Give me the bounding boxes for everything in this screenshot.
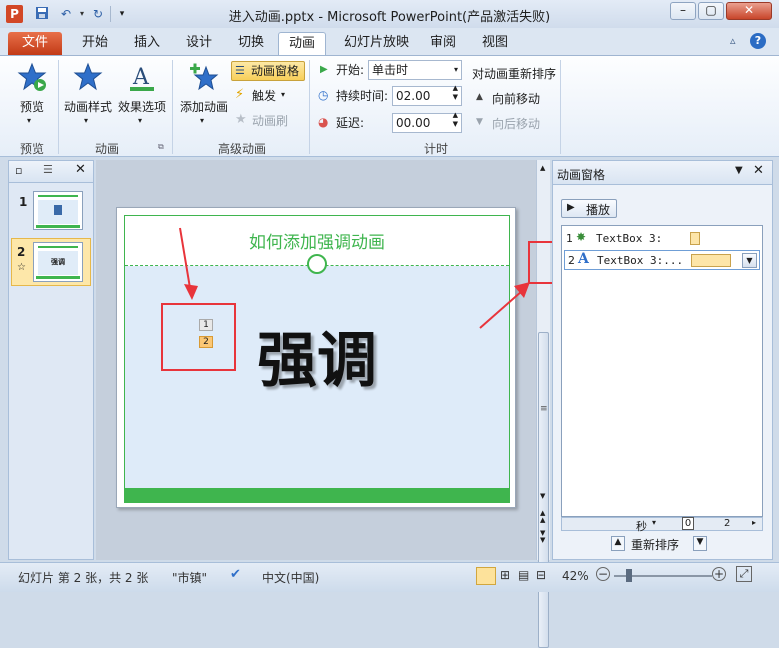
slide-sorter-icon[interactable]: ⊞ <box>500 568 510 582</box>
reorder-bar[interactable]: ▲ 重新排序 ▼ <box>609 535 717 553</box>
animation-item-1[interactable]: 1 ✸ TextBox 3: <box>562 230 762 248</box>
normal-view-icon[interactable] <box>476 567 496 585</box>
slideshow-view-icon[interactable]: ⊟ <box>536 568 546 582</box>
timeline-seconds-label: 秒 <box>636 520 647 533</box>
status-bar: 幻灯片 第 2 张，共 2 张 "市镇" ✔ 中文(中国) ⊞ ▤ ⊟ 42% … <box>0 562 779 592</box>
pane-options-icon[interactable]: ▼ <box>735 165 743 176</box>
animation-list: 1 ✸ TextBox 3: 2 A TextBox 3:... ▼ <box>561 225 763 517</box>
animation-pane-title: 动画窗格 <box>557 168 606 182</box>
timeline-end: 2 <box>724 518 731 529</box>
entrance-effect-icon: ✸ <box>576 230 587 244</box>
timeline-zoom-dropdown-icon[interactable]: ▾ <box>652 518 656 527</box>
zoom-slider-thumb[interactable] <box>626 569 632 582</box>
animation-pane-header: 动画窗格 ▼ ✕ <box>553 161 772 185</box>
annotation-arrow-1 <box>179 227 191 289</box>
timeline-scale: 秒 ▾ 0 2 ▸ <box>561 517 763 533</box>
play-button[interactable]: ▶ 播放 <box>561 199 617 218</box>
reorder-down-icon[interactable]: ▼ <box>693 536 707 551</box>
item1-text: TextBox 3: <box>596 232 663 245</box>
fit-to-window-icon[interactable]: ⤢ <box>736 566 752 582</box>
pane-close-icon[interactable]: ✕ <box>753 163 764 178</box>
annotation-arrow-2 <box>479 290 523 329</box>
language-status[interactable]: 中文(中国) <box>262 569 319 586</box>
item2-dropdown-icon[interactable]: ▼ <box>742 253 757 268</box>
theme-status[interactable]: "市镇" <box>172 569 207 586</box>
item1-timeline-bar <box>690 232 700 245</box>
play-icon: ▶ <box>567 202 575 213</box>
reading-view-icon[interactable]: ▤ <box>518 568 529 582</box>
item2-text: TextBox 3:... <box>597 254 684 267</box>
zoom-level[interactable]: 42% <box>562 569 589 583</box>
animation-pane: 动画窗格 ▼ ✕ ▶ 播放 1 ✸ TextBox 3: 2 A TextBox… <box>552 160 773 560</box>
timeline-scroll-icon[interactable]: ▸ <box>752 518 756 527</box>
item2-timeline-bar <box>691 254 731 267</box>
reorder-label: 重新排序 <box>631 538 680 552</box>
slide-count-status: 幻灯片 第 2 张，共 2 张 <box>18 571 149 585</box>
annotation-arrowhead-1 <box>184 284 198 300</box>
item1-number: 1 <box>566 232 573 245</box>
emphasis-effect-icon: A <box>578 251 589 267</box>
zoom-in-icon[interactable]: + <box>712 567 726 581</box>
timeline-start: 0 <box>682 517 694 530</box>
item2-number: 2 <box>568 254 575 267</box>
spellcheck-icon[interactable]: ✔ <box>230 567 241 582</box>
zoom-out-icon[interactable]: − <box>596 567 610 581</box>
reorder-up-icon[interactable]: ▲ <box>611 536 625 551</box>
animation-item-2[interactable]: 2 A TextBox 3:... ▼ <box>564 250 760 270</box>
play-label: 播放 <box>586 203 611 217</box>
